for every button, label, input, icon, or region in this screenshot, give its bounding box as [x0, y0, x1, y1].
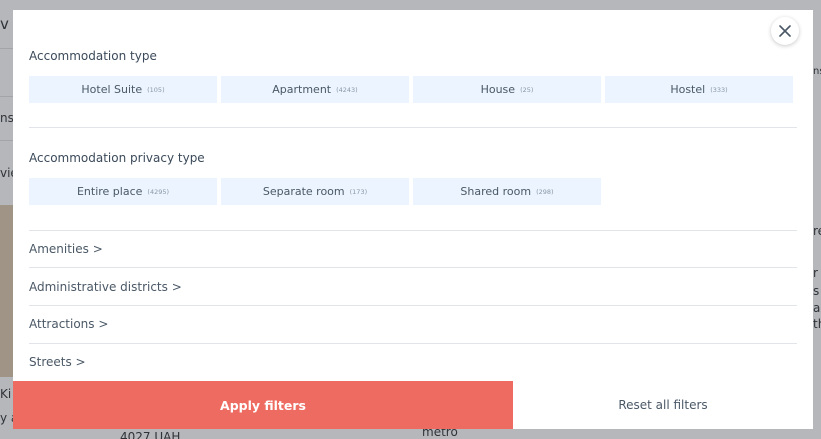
section-divider	[29, 127, 797, 128]
bg-text-fragment: re	[813, 224, 821, 238]
streets-expander[interactable]: Streets >	[29, 355, 86, 369]
option-count: (173)	[349, 187, 368, 196]
section-divider	[29, 267, 797, 268]
bg-text-fragment: a	[813, 301, 821, 315]
bg-divider	[0, 96, 13, 97]
option-house[interactable]: House (25)	[413, 76, 601, 103]
option-count: (105)	[147, 85, 165, 94]
option-count: (333)	[710, 85, 728, 94]
close-icon	[779, 25, 791, 37]
option-separate-room[interactable]: Separate room (173)	[221, 178, 409, 205]
option-apartment[interactable]: Apartment (4243)	[221, 76, 409, 103]
option-label: Separate room	[262, 185, 345, 198]
option-label: Hotel Suite	[81, 83, 143, 96]
section-divider	[29, 343, 797, 344]
accommodation-type-options: Hotel Suite (105) Apartment (4243) House…	[29, 76, 793, 103]
bg-text-fragment: Ki	[0, 387, 12, 401]
option-label: Hostel	[670, 83, 706, 96]
bg-text-fragment: v	[0, 15, 9, 33]
option-shared-room[interactable]: Shared room (298)	[413, 178, 601, 205]
districts-expander[interactable]: Administrative districts >	[29, 280, 182, 294]
option-hotel-suite[interactable]: Hotel Suite (105)	[29, 76, 217, 103]
privacy-type-title: Accommodation privacy type	[29, 151, 205, 165]
section-divider	[29, 305, 797, 306]
option-label: Apartment	[272, 83, 332, 96]
filters-modal: Accommodation type Hotel Suite (105) Apa…	[13, 10, 813, 429]
option-label: House	[480, 83, 516, 96]
attractions-expander[interactable]: Attractions >	[29, 317, 108, 331]
bg-listing-photo	[0, 205, 13, 377]
close-button[interactable]	[771, 17, 799, 45]
bg-divider	[0, 140, 13, 141]
reset-filters-button[interactable]: Reset all filters	[513, 381, 813, 429]
option-hostel[interactable]: Hostel (333)	[605, 76, 793, 103]
bg-text-fragment: 4027 UAH	[120, 430, 181, 439]
option-count: (4295)	[147, 187, 170, 196]
apply-filters-button[interactable]: Apply filters	[13, 381, 513, 429]
accommodation-type-title: Accommodation type	[29, 49, 157, 63]
option-count: (4243)	[336, 85, 358, 94]
option-label: Shared room	[460, 185, 532, 198]
bg-text-fragment: ns	[813, 66, 821, 77]
section-divider	[29, 230, 797, 231]
bg-text-fragment: th	[813, 317, 821, 331]
option-count: (298)	[536, 187, 554, 196]
bg-text-fragment: s	[813, 284, 820, 298]
bg-divider	[0, 48, 13, 49]
bg-text-fragment: r c	[813, 266, 821, 280]
modal-footer: Apply filters Reset all filters	[13, 381, 813, 429]
privacy-type-options: Entire place (4295) Separate room (173) …	[29, 178, 601, 205]
option-entire-place[interactable]: Entire place (4295)	[29, 178, 217, 205]
amenities-expander[interactable]: Amenities >	[29, 242, 103, 256]
option-label: Entire place	[76, 185, 143, 198]
option-count: (25)	[520, 85, 534, 94]
